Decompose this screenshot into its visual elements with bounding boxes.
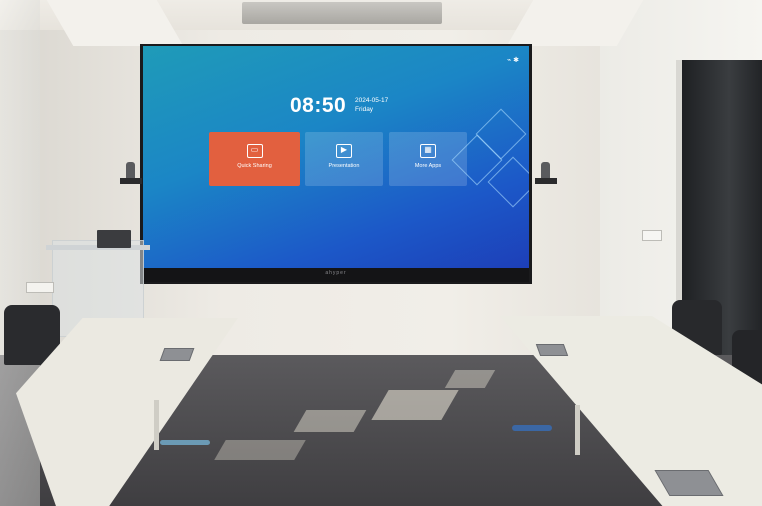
right-camera [535, 162, 557, 188]
weekday: Friday [355, 106, 374, 113]
presentation-icon: ▶ [336, 144, 352, 158]
table-cable-port [535, 344, 569, 356]
tile-label: More Apps [414, 163, 442, 169]
date: 2024-05-17 [355, 97, 389, 104]
meeting-room-photo: ⌁ ✱ 08:50 2024-05-17 Friday ▭ Quick Shar… [0, 0, 762, 506]
sunlight-patch [214, 440, 306, 460]
left-camera [120, 162, 142, 188]
sunlight-patch [293, 410, 367, 432]
apps-grid-icon: ▦ [420, 144, 436, 158]
wall-socket [26, 282, 54, 293]
lectern-monitor [97, 230, 131, 248]
table-leg [154, 400, 159, 450]
display-bottom-bar: ahyper [143, 268, 529, 282]
display-screen: ⌁ ✱ 08:50 2024-05-17 Friday ▭ Quick Shar… [143, 46, 529, 268]
tile-label: Quick Sharing [237, 163, 272, 169]
tile-label: Presentation [328, 163, 360, 169]
wall-outlet [642, 230, 662, 241]
ceiling-speaker [242, 2, 442, 24]
table-leg [512, 425, 552, 431]
quick-sharing-tile[interactable]: ▭ Quick Sharing [209, 132, 300, 186]
table-cable-port [159, 348, 195, 361]
status-icons: ⌁ ✱ [506, 57, 519, 64]
table-leg [160, 440, 210, 445]
brand-logo: ahyper [325, 270, 347, 276]
screen-share-icon: ▭ [246, 144, 263, 158]
table-leg [575, 405, 580, 455]
presentation-tile[interactable]: ▶ Presentation [305, 132, 383, 186]
date-block: 2024-05-17 Friday [355, 96, 388, 114]
clock: 08:50 [290, 94, 347, 117]
